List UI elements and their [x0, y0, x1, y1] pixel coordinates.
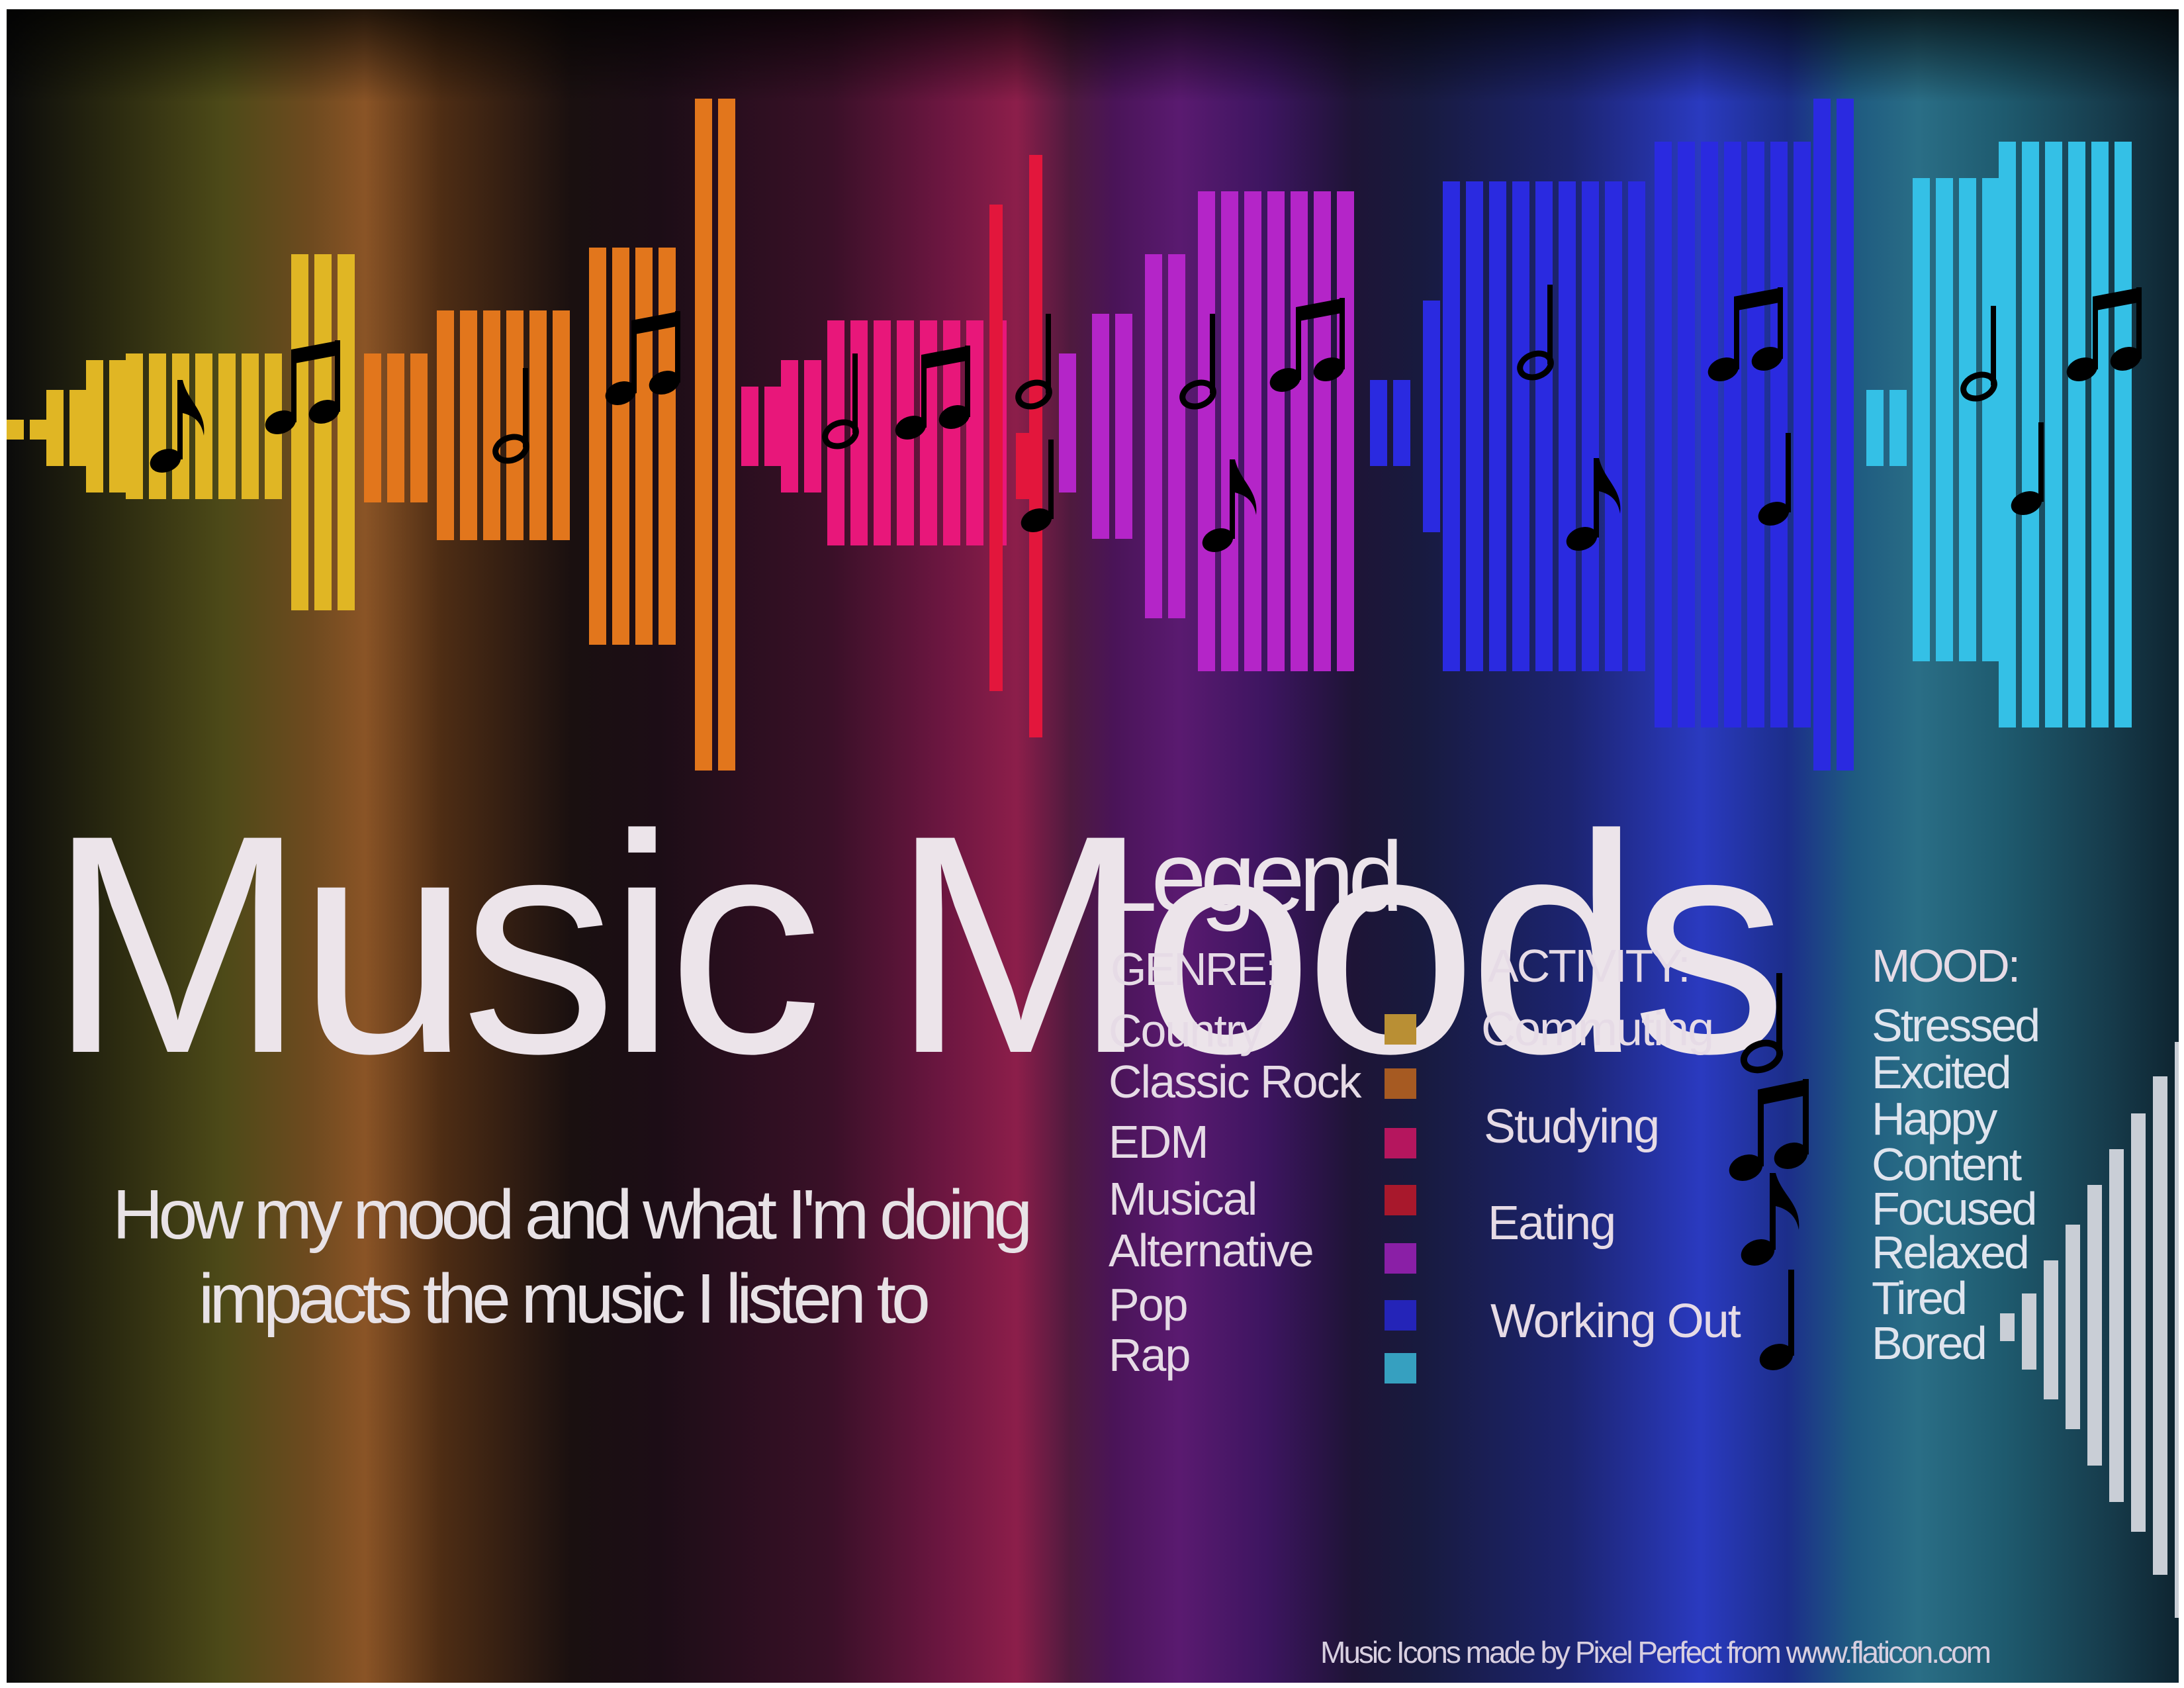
mood-scale-bar [2087, 1185, 2102, 1466]
mood-scale-bars [2000, 1042, 2179, 1618]
mood-scale-bar [2175, 1042, 2179, 1618]
poster-canvas: Music Moods How my mood and what I'm doi… [0, 0, 2184, 1688]
mood-scale-bar [2153, 1076, 2167, 1575]
mood-scale-bar [2109, 1149, 2124, 1502]
poster-background: Music Moods How my mood and what I'm doi… [7, 9, 2179, 1683]
mood-scale-bar [2000, 1313, 2015, 1341]
mood-scale-bar [2131, 1113, 2146, 1532]
mood-scale-bar [2066, 1225, 2080, 1429]
mood-scale-bar [2044, 1260, 2058, 1399]
icon-credit: Music Icons made by Pixel Perfect from w… [1320, 1635, 1991, 1669]
mood-scale-bar [2022, 1293, 2036, 1370]
